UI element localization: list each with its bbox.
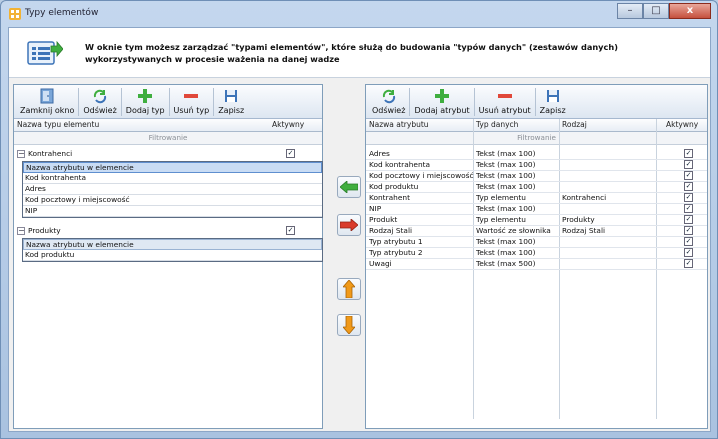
table-row[interactable]: Rodzaj Stali Wartość ze słownika Rodzaj St… bbox=[366, 226, 707, 237]
plus-icon bbox=[435, 89, 450, 103]
arrow-down-icon bbox=[343, 316, 355, 334]
info-header: W oknie tym możesz zarządzać "typami ele… bbox=[9, 28, 710, 78]
add-type-button[interactable]: Dodaj typ bbox=[122, 85, 169, 118]
active-checkbox[interactable]: ✓ bbox=[684, 149, 693, 158]
save-button-left[interactable]: Zapisz bbox=[214, 85, 248, 118]
add-attribute-button[interactable]: Dodaj atrybut bbox=[410, 85, 473, 118]
active-checkbox[interactable]: ✓ bbox=[286, 149, 295, 158]
left-filter-row[interactable]: Filtrowanie bbox=[14, 132, 322, 145]
save-icon bbox=[546, 90, 559, 102]
left-column-header: Nazwa typu elementu Aktywny bbox=[14, 119, 322, 132]
refresh-attr-button[interactable]: Odśwież bbox=[368, 85, 409, 118]
title-bar[interactable]: Typy elementów – □ x bbox=[1, 1, 717, 27]
remove-type-button[interactable]: Usuń typ bbox=[170, 85, 214, 118]
main-window: Typy elementów – □ x W oknie tym możesz … bbox=[0, 0, 718, 439]
door-icon bbox=[40, 88, 54, 104]
window-title: Typy elementów bbox=[25, 8, 99, 18]
table-row[interactable]: Kontrahent Typ elementu Kontrahenci ✓ bbox=[366, 193, 707, 204]
col-kind[interactable]: Rodzaj bbox=[562, 120, 587, 129]
minus-icon bbox=[497, 94, 512, 98]
table-row[interactable]: Kod kontrahenta Tekst (max 100) ✓ bbox=[366, 160, 707, 171]
save-icon bbox=[225, 90, 238, 102]
app-icon bbox=[9, 8, 21, 20]
table-row[interactable]: Adres Tekst (max 100) ✓ bbox=[366, 149, 707, 160]
arrow-up-icon bbox=[343, 280, 355, 298]
move-left-button[interactable] bbox=[337, 176, 361, 198]
list-item[interactable]: Kod kontrahenta bbox=[23, 173, 322, 184]
list-info-icon bbox=[27, 40, 63, 65]
list-item[interactable]: NIP bbox=[23, 206, 322, 217]
list-item[interactable]: Kod pocztowy i miejscowość bbox=[23, 195, 322, 206]
element-types-panel: Zamknij okno Odśwież Dodaj typ Usuń typ bbox=[13, 84, 323, 429]
table-row[interactable]: Produkt Typ elementu Produkty ✓ bbox=[366, 215, 707, 226]
active-checkbox[interactable]: ✓ bbox=[684, 182, 693, 191]
minus-icon bbox=[184, 94, 199, 98]
remove-attribute-button[interactable]: Usuń atrybut bbox=[475, 85, 535, 118]
list-item[interactable]: Adres bbox=[23, 184, 322, 195]
table-row[interactable]: Uwagi Tekst (max 500) ✓ bbox=[366, 259, 707, 270]
active-checkbox[interactable]: ✓ bbox=[684, 171, 693, 180]
refresh-button[interactable]: Odśwież bbox=[79, 85, 120, 118]
header-description: W oknie tym możesz zarządzać "typami ele… bbox=[85, 42, 618, 64]
group-row-produkty[interactable]: − Produkty ✓ bbox=[14, 226, 322, 237]
subgrid-header[interactable]: Nazwa atrybutu w elemencie bbox=[23, 239, 322, 250]
col-active[interactable]: Aktywny bbox=[272, 120, 304, 129]
move-right-button[interactable] bbox=[337, 214, 361, 236]
active-checkbox[interactable]: ✓ bbox=[684, 237, 693, 246]
refresh-icon bbox=[93, 89, 107, 104]
col-type-name[interactable]: Nazwa typu elementu bbox=[17, 120, 99, 129]
col-data-type[interactable]: Typ danych bbox=[476, 120, 518, 129]
close-button[interactable]: Zamknij okno bbox=[16, 85, 78, 118]
subgrid-header[interactable]: Nazwa atrybutu w elemencie bbox=[23, 162, 322, 173]
save-button-right[interactable]: Zapisz bbox=[536, 85, 570, 118]
active-checkbox[interactable]: ✓ bbox=[684, 193, 693, 202]
table-row[interactable]: NIP Tekst (max 100) ✓ bbox=[366, 204, 707, 215]
collapse-icon[interactable]: − bbox=[17, 150, 25, 158]
right-toolbar: Odśwież Dodaj atrybut Usuń atrybut Zapis… bbox=[366, 85, 707, 119]
attributes-panel: Odśwież Dodaj atrybut Usuń atrybut Zapis… bbox=[365, 84, 708, 429]
col-attr-name[interactable]: Nazwa atrybutu bbox=[369, 120, 429, 129]
refresh-icon bbox=[382, 89, 395, 104]
active-checkbox[interactable]: ✓ bbox=[684, 160, 693, 169]
active-checkbox[interactable]: ✓ bbox=[684, 259, 693, 268]
arrow-left-icon bbox=[340, 181, 358, 193]
list-item[interactable]: Kod produktu bbox=[23, 250, 322, 261]
col-active[interactable]: Aktywny bbox=[666, 120, 698, 129]
active-checkbox[interactable]: ✓ bbox=[684, 226, 693, 235]
table-row[interactable]: Kod produktu Tekst (max 100) ✓ bbox=[366, 182, 707, 193]
move-down-button[interactable] bbox=[337, 314, 361, 336]
plus-icon bbox=[138, 89, 153, 103]
attr-subgrid-produkty: Nazwa atrybutu w elemencie Kod produktu bbox=[22, 238, 323, 262]
collapse-icon[interactable]: − bbox=[17, 227, 25, 235]
active-checkbox[interactable]: ✓ bbox=[286, 226, 295, 235]
attr-subgrid-kontrahenci: Nazwa atrybutu w elemencie Kod kontrahen… bbox=[22, 161, 323, 218]
move-up-button[interactable] bbox=[337, 278, 361, 300]
minimize-button[interactable]: – bbox=[617, 3, 643, 19]
active-checkbox[interactable]: ✓ bbox=[684, 204, 693, 213]
active-checkbox[interactable]: ✓ bbox=[684, 248, 693, 257]
client-area: W oknie tym możesz zarządzać "typami ele… bbox=[8, 27, 711, 432]
active-checkbox[interactable]: ✓ bbox=[684, 215, 693, 224]
table-row[interactable]: Typ atrybutu 1 Tekst (max 100) ✓ bbox=[366, 237, 707, 248]
table-row[interactable]: Kod pocztowy i miejscowość Tekst (max 100… bbox=[366, 171, 707, 182]
maximize-button[interactable]: □ bbox=[643, 3, 669, 19]
group-row-kontrahenci[interactable]: − Kontrahenci ✓ bbox=[14, 149, 322, 160]
close-window-button[interactable]: x bbox=[669, 3, 711, 19]
arrow-right-icon bbox=[340, 219, 358, 231]
left-toolbar: Zamknij okno Odśwież Dodaj typ Usuń typ bbox=[14, 85, 322, 119]
table-row[interactable]: Typ atrybutu 2 Tekst (max 100) ✓ bbox=[366, 248, 707, 259]
